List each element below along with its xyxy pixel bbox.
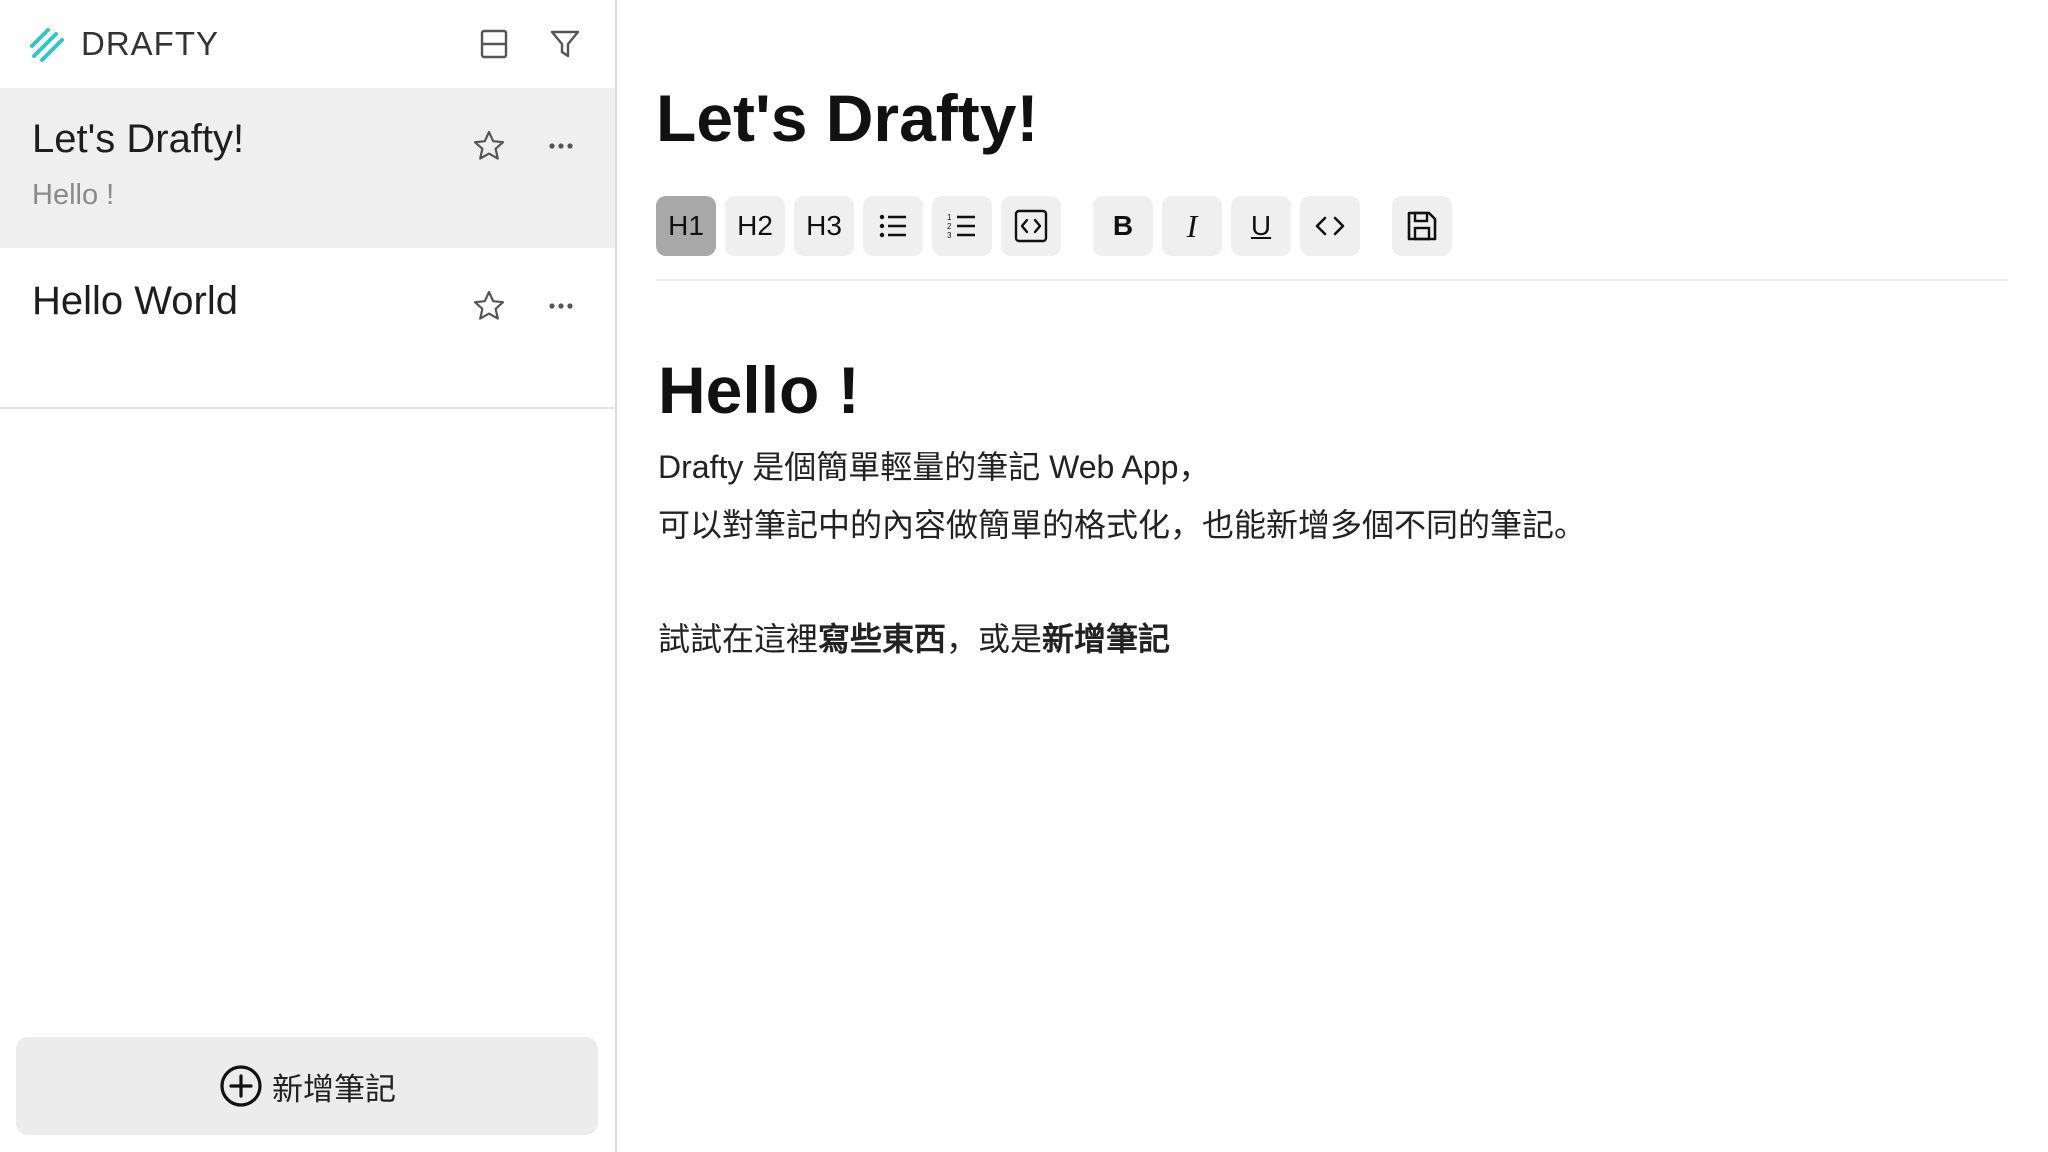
inline-code-button[interactable] — [1300, 196, 1360, 256]
underline-button[interactable]: U — [1231, 196, 1291, 256]
code-block-button[interactable] — [1001, 196, 1061, 256]
text-run: ，或是 — [946, 621, 1043, 657]
toolbar-divider — [656, 279, 2008, 281]
drafty-logo-icon — [30, 28, 64, 62]
note-item-hello-world[interactable]: Hello World — [0, 248, 615, 408]
content-heading: Hello ! — [658, 353, 860, 427]
note-item-lets-drafty[interactable]: Let's Drafty! Hello ! — [0, 88, 615, 248]
svg-text:3: 3 — [947, 231, 952, 240]
heading2-button[interactable]: H2 — [725, 196, 785, 256]
save-button[interactable] — [1392, 196, 1452, 256]
filter-icon — [550, 30, 580, 58]
filter-button[interactable] — [545, 24, 585, 64]
note-preview: Hello ! — [32, 179, 115, 211]
note-list-divider — [0, 407, 615, 409]
code-icon — [1315, 216, 1345, 236]
bold-text: 新增筆記 — [1042, 621, 1171, 657]
note-body-editor[interactable]: Hello ! Drafty 是個簡單輕量的筆記 Web App， 可以對筆記中… — [658, 350, 1958, 668]
favorite-button[interactable] — [467, 124, 511, 168]
bullet-list-button[interactable] — [863, 196, 923, 256]
heading3-button[interactable]: H3 — [794, 196, 854, 256]
note-title-heading[interactable]: Let's Drafty! — [656, 78, 1038, 158]
numbered-list-icon: 1 2 3 — [947, 213, 975, 240]
text-run: 試試在這裡 — [658, 621, 819, 657]
add-note-label: 新增筆記 — [272, 1071, 396, 1107]
note-title: Let's Drafty! — [32, 117, 245, 161]
star-icon — [473, 290, 505, 320]
bold-button[interactable]: B — [1093, 196, 1153, 256]
more-horizontal-icon — [549, 143, 573, 149]
add-note-button[interactable]: 新增筆記 — [16, 1037, 598, 1135]
bullet-list-icon — [879, 214, 906, 238]
editor-pane: Let's Drafty! H1 H2 H3 1 2 3 B I U Hello… — [617, 0, 2048, 1152]
plus-circle-icon — [220, 1065, 262, 1107]
save-icon — [1407, 211, 1437, 241]
code-block-icon — [1014, 209, 1048, 243]
layout-icon — [480, 29, 508, 59]
content-paragraph: Drafty 是個簡單輕量的筆記 Web App， — [658, 449, 1211, 485]
heading1-button[interactable]: H1 — [656, 196, 716, 256]
note-title: Hello World — [32, 279, 238, 323]
italic-button[interactable]: I — [1162, 196, 1222, 256]
content-paragraph: 可以對筆記中的內容做簡單的格式化，也能新增多個不同的筆記。 — [658, 507, 1587, 543]
favorite-button[interactable] — [467, 284, 511, 328]
svg-text:1: 1 — [947, 213, 952, 222]
more-options-button[interactable] — [539, 124, 583, 168]
content-paragraph: 試試在這裡寫些東西，或是新增筆記 — [658, 610, 1958, 668]
sidebar: DRAFTY Let's Drafty! Hello ! Hello World… — [0, 0, 617, 1152]
more-horizontal-icon — [549, 303, 573, 309]
layout-toggle-button[interactable] — [474, 24, 514, 64]
star-icon — [473, 130, 505, 160]
brand-name: DRAFTY — [81, 25, 219, 62]
sidebar-header: DRAFTY — [0, 0, 615, 88]
bold-text: 寫些東西 — [818, 621, 947, 657]
svg-text:2: 2 — [947, 222, 952, 231]
numbered-list-button[interactable]: 1 2 3 — [932, 196, 992, 256]
more-options-button[interactable] — [539, 284, 583, 328]
